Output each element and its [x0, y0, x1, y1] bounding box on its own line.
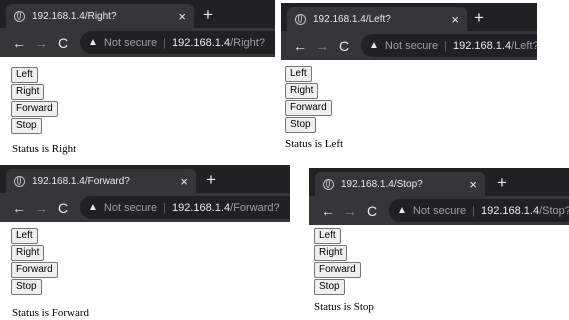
right-button[interactable]: Right: [314, 245, 348, 261]
url-path: /Left?: [511, 39, 537, 52]
forward-button[interactable]: Forward: [11, 101, 58, 117]
left-button[interactable]: Left: [11, 228, 38, 244]
address-bar[interactable]: ▲ Not secure | 192.168.1.4/Stop?: [389, 199, 569, 222]
browser-window-stop: 192.168.1.4/Stop? × + ← → C ▲ Not secure…: [309, 168, 569, 320]
arrow-left-icon[interactable]: ←: [8, 200, 30, 216]
toolbar: ← → C ▲ Not secure | 192.168.1.4/Forward…: [0, 193, 290, 222]
reload-icon[interactable]: C: [361, 203, 383, 219]
address-bar[interactable]: ▲ Not secure | 192.168.1.4/Right?: [80, 31, 275, 54]
toolbar: ← → C ▲ Not secure | 192.168.1.4/Right?: [0, 28, 275, 57]
stop-button[interactable]: Stop: [11, 118, 42, 134]
reload-icon[interactable]: C: [52, 200, 74, 216]
browser-window-left: 192.168.1.4/Left? × + ← → C ▲ Not secure…: [281, 3, 537, 160]
browser-window-forward: 192.168.1.4/Forward? × + ← → C ▲ Not sec…: [0, 165, 290, 320]
warning-triangle-icon: ▲: [88, 202, 98, 213]
page-content: Left Right Forward Stop: [0, 222, 290, 295]
browser-chrome: 192.168.1.4/Stop? × + ← → C ▲ Not secure…: [309, 168, 569, 225]
warning-triangle-icon: ▲: [397, 205, 407, 216]
browser-chrome: 192.168.1.4/Right? × + ← → C ▲ Not secur…: [0, 0, 275, 57]
right-button[interactable]: Right: [285, 83, 319, 99]
url-host: 192.168.1.4: [171, 36, 231, 49]
stop-button[interactable]: Stop: [11, 279, 42, 295]
browser-chrome: 192.168.1.4/Forward? × + ← → C ▲ Not sec…: [0, 165, 290, 222]
url-separator: |: [472, 204, 475, 217]
url-path: /Right?: [230, 36, 265, 49]
arrow-right-icon[interactable]: →: [339, 203, 361, 219]
arrow-left-icon[interactable]: ←: [317, 203, 339, 219]
tab-title: 192.168.1.4/Right?: [32, 10, 117, 22]
forward-button[interactable]: Forward: [314, 262, 361, 278]
left-button[interactable]: Left: [11, 67, 38, 83]
close-tab-icon[interactable]: ×: [180, 174, 188, 189]
new-tab-icon[interactable]: +: [474, 6, 484, 30]
browser-window-right: 192.168.1.4/Right? × + ← → C ▲ Not secur…: [0, 0, 275, 160]
new-tab-icon[interactable]: +: [497, 171, 507, 195]
warning-triangle-icon: ▲: [88, 37, 98, 48]
left-button[interactable]: Left: [314, 228, 341, 244]
browser-chrome: 192.168.1.4/Left? × + ← → C ▲ Not secure…: [281, 3, 537, 60]
forward-button[interactable]: Forward: [285, 100, 332, 116]
tab-title: 192.168.1.4/Left?: [313, 13, 391, 25]
globe-icon: [14, 10, 25, 22]
url-host: 192.168.1.4: [171, 201, 231, 214]
tab-strip: 192.168.1.4/Forward? × +: [0, 165, 290, 193]
status-text: Status is Right: [12, 143, 77, 155]
browser-tab[interactable]: 192.168.1.4/Stop? ×: [315, 172, 485, 196]
stop-button[interactable]: Stop: [285, 117, 316, 133]
not-secure-label: Not secure: [103, 201, 158, 214]
url-separator: |: [163, 201, 166, 214]
right-button[interactable]: Right: [11, 84, 45, 100]
not-secure-label: Not secure: [384, 39, 439, 52]
globe-icon: [14, 175, 25, 187]
page-content: Left Right Forward Stop: [281, 60, 537, 133]
reload-icon[interactable]: C: [333, 38, 355, 54]
address-bar[interactable]: ▲ Not secure | 192.168.1.4/Left?: [361, 34, 537, 57]
globe-icon: [295, 13, 306, 25]
forward-button[interactable]: Forward: [11, 262, 58, 278]
not-secure-label: Not secure: [412, 204, 467, 217]
arrow-left-icon[interactable]: ←: [289, 38, 311, 54]
left-button[interactable]: Left: [285, 66, 312, 82]
address-bar[interactable]: ▲ Not secure | 192.168.1.4/Forward?: [80, 196, 290, 219]
status-text: Status is Left: [285, 138, 344, 150]
url-host: 192.168.1.4: [480, 204, 540, 217]
url-path: /Forward?: [230, 201, 280, 214]
warning-triangle-icon: ▲: [369, 40, 379, 51]
close-tab-icon[interactable]: ×: [451, 12, 459, 27]
page-content: Left Right Forward Stop: [309, 225, 569, 295]
arrow-right-icon[interactable]: →: [30, 35, 52, 51]
browser-tab[interactable]: 192.168.1.4/Left? ×: [287, 7, 467, 31]
tab-title: 192.168.1.4/Forward?: [32, 175, 130, 187]
url-host: 192.168.1.4: [452, 39, 512, 52]
reload-icon[interactable]: C: [52, 35, 74, 51]
url-separator: |: [163, 36, 166, 49]
new-tab-icon[interactable]: +: [206, 168, 216, 192]
right-button[interactable]: Right: [11, 245, 45, 261]
close-tab-icon[interactable]: ×: [178, 9, 186, 24]
arrow-right-icon[interactable]: →: [30, 200, 52, 216]
arrow-left-icon[interactable]: ←: [8, 35, 30, 51]
new-tab-icon[interactable]: +: [203, 3, 213, 27]
browser-tab[interactable]: 192.168.1.4/Forward? ×: [6, 169, 196, 193]
status-text: Status is Stop: [314, 301, 374, 313]
tab-strip: 192.168.1.4/Stop? × +: [309, 168, 569, 196]
not-secure-label: Not secure: [103, 36, 158, 49]
status-text: Status is Forward: [12, 307, 89, 319]
close-tab-icon[interactable]: ×: [469, 177, 477, 192]
toolbar: ← → C ▲ Not secure | 192.168.1.4/Stop?: [309, 196, 569, 225]
tab-strip: 192.168.1.4/Left? × +: [281, 3, 537, 31]
url-path: /Stop?: [539, 204, 569, 217]
stop-button[interactable]: Stop: [314, 279, 345, 295]
page-content: Left Right Forward Stop: [0, 57, 275, 134]
tab-strip: 192.168.1.4/Right? × +: [0, 0, 275, 28]
arrow-right-icon[interactable]: →: [311, 38, 333, 54]
browser-tab[interactable]: 192.168.1.4/Right? ×: [6, 4, 194, 28]
toolbar: ← → C ▲ Not secure | 192.168.1.4/Left?: [281, 31, 537, 60]
tab-title: 192.168.1.4/Stop?: [341, 178, 423, 190]
url-separator: |: [444, 39, 447, 52]
globe-icon: [323, 178, 334, 190]
